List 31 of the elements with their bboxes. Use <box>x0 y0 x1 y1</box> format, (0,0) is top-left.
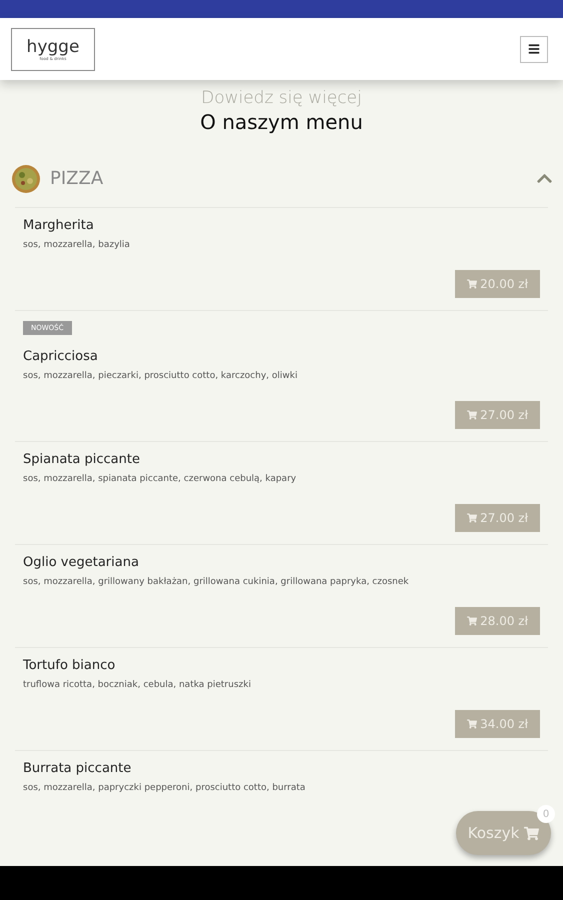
item-description: sos, mozzarella, pieczarki, prosciutto cotto, karczochy, oliwki <box>23 371 298 381</box>
cart-icon <box>467 513 478 523</box>
cart-icon <box>524 826 540 840</box>
pizza-icon <box>12 164 40 192</box>
item-name: Tortufo bianco <box>23 658 116 673</box>
item-description: truflowa ricotta, boczniak, cebula, natka pietruszki <box>23 680 252 690</box>
item-name: Spianata piccante <box>23 452 141 467</box>
subtitle: Dowiedz się więcej <box>201 88 362 108</box>
price-button[interactable]: 27.00 zł <box>455 504 540 532</box>
item-description: sos, mozzarella, spianata piccante, czerwona cebulą, kapary <box>23 474 298 484</box>
logo-text: hygge <box>26 38 80 56</box>
menu-icon <box>528 43 540 55</box>
item-name: Margherita <box>23 218 95 233</box>
cart-icon <box>467 279 478 289</box>
item-name: Oglio vegetariana <box>23 555 140 570</box>
cart-icon <box>467 719 478 729</box>
price-button[interactable]: 28.00 zł <box>455 607 540 635</box>
price-button[interactable]: 20.00 zł <box>455 270 540 298</box>
price-button[interactable]: 34.00 zł <box>455 710 540 738</box>
item-description: sos, mozzarella, bazylia <box>23 240 131 250</box>
page-title: O naszym menu <box>200 110 363 134</box>
price-button[interactable]: 27.00 zł <box>455 401 540 429</box>
cart-count: 0 <box>537 805 555 823</box>
item-name: Capricciosa <box>23 349 99 364</box>
cart-icon <box>467 410 478 420</box>
item-description: sos, mozzarella, papryczki pepperoni, prosciutto cotto, burrata <box>23 783 306 793</box>
item-description: sos, mozzarella, grillowany bakłażan, grillowana cukinia, grillowana papryka, czosnek <box>23 577 410 587</box>
cart-icon <box>467 616 478 626</box>
category-name: PIZZA <box>50 168 104 189</box>
item-name: Burrata piccante <box>23 761 132 776</box>
menu-button[interactable] <box>520 36 548 62</box>
